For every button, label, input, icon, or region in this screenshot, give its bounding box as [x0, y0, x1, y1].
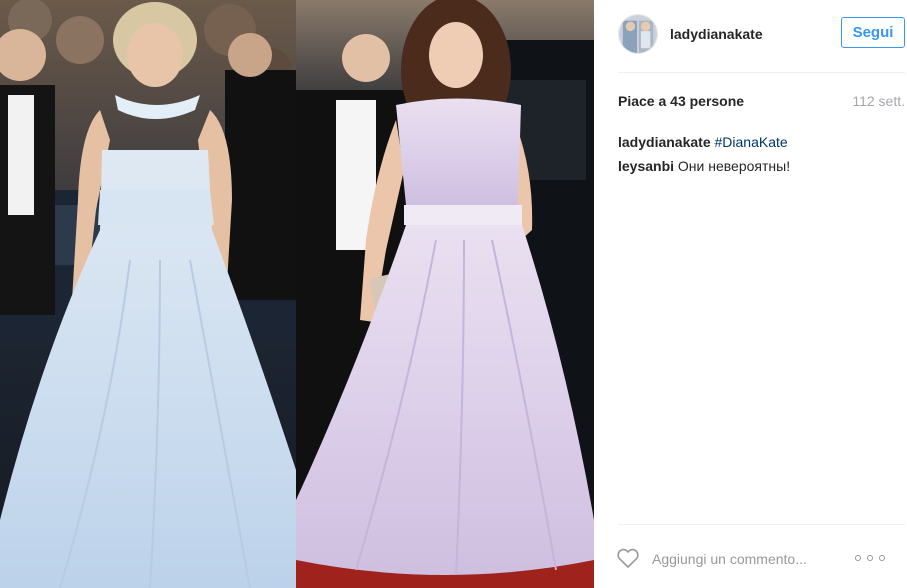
add-comment-input[interactable]: [652, 549, 852, 569]
post-author-username[interactable]: ladydianakate: [670, 26, 763, 42]
heart-icon[interactable]: [616, 546, 640, 570]
instagram-post: ladydianakate Segui Piace a 43 persone 1…: [0, 0, 907, 588]
more-dot: [855, 555, 861, 561]
post-header: ladydianakate Segui: [594, 0, 907, 67]
post-timestamp[interactable]: 112 sett.: [852, 93, 905, 109]
avatar-image: [619, 15, 657, 53]
post-photo-right: [296, 0, 594, 588]
more-dot: [867, 555, 873, 561]
photo-right-illustration: [296, 0, 594, 588]
follow-button[interactable]: Segui: [841, 17, 905, 48]
header-divider: [618, 72, 905, 73]
more-dot: [879, 555, 885, 561]
more-options-icon[interactable]: [855, 550, 885, 566]
post-photo-left: [0, 0, 296, 588]
likes-count[interactable]: Piace a 43 persone: [618, 93, 744, 109]
comment-item: leysanbi Они невероятны!: [618, 154, 898, 178]
post-photo[interactable]: [0, 0, 594, 588]
post-side-panel: ladydianakate Segui Piace a 43 persone 1…: [594, 0, 907, 588]
comment-item: ladydianakate #DianaKate: [618, 130, 898, 154]
comment-hashtag[interactable]: #DianaKate: [715, 134, 788, 150]
post-footer: [594, 538, 907, 578]
comment-username[interactable]: ladydianakate: [618, 134, 711, 150]
footer-divider: [618, 524, 905, 525]
profile-avatar-icon[interactable]: [618, 14, 658, 54]
comments-list: ladydianakate #DianaKate leysanbi Они не…: [618, 130, 898, 178]
comment-username[interactable]: leysanbi: [618, 158, 674, 174]
comment-text: Они невероятны!: [677, 158, 791, 174]
photo-left-illustration: [0, 0, 296, 588]
